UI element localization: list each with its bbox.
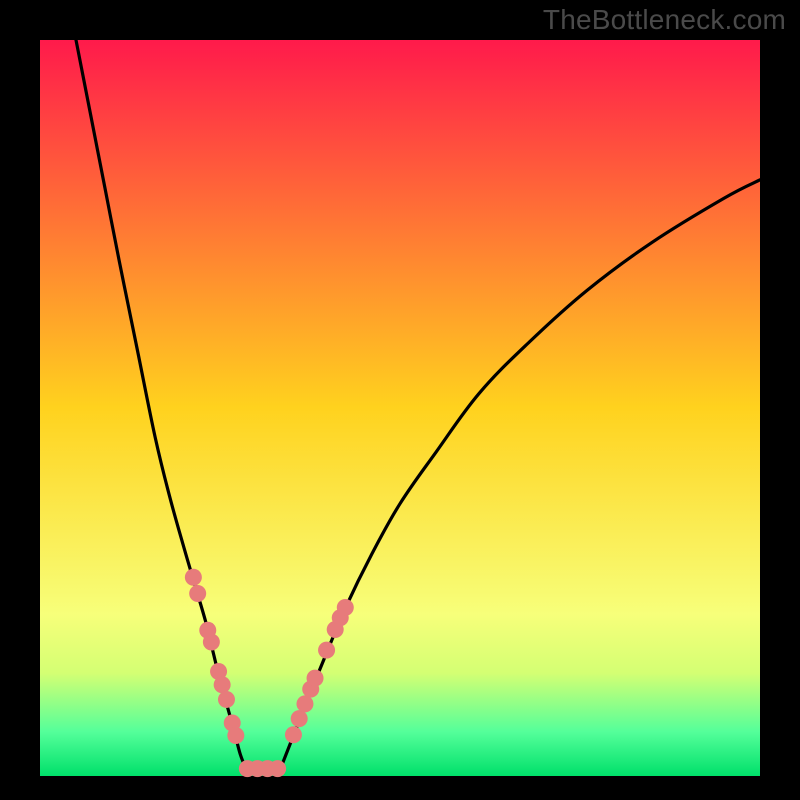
chart-frame: TheBottleneck.com bbox=[0, 0, 800, 800]
marker-dot bbox=[189, 585, 206, 602]
marker-dot bbox=[291, 710, 308, 727]
marker-dot bbox=[214, 676, 231, 693]
marker-dot bbox=[307, 670, 324, 687]
marker-dot bbox=[218, 691, 235, 708]
watermark-text: TheBottleneck.com bbox=[543, 4, 786, 36]
marker-dot bbox=[185, 569, 202, 586]
marker-dot bbox=[296, 695, 313, 712]
marker-dot bbox=[269, 760, 286, 777]
marker-dot bbox=[285, 726, 302, 743]
marker-dot bbox=[337, 599, 354, 616]
bottleneck-chart bbox=[0, 0, 800, 800]
marker-dot bbox=[227, 727, 244, 744]
marker-dot bbox=[203, 634, 220, 651]
marker-dot bbox=[318, 642, 335, 659]
markers-floor-markers bbox=[239, 760, 286, 777]
